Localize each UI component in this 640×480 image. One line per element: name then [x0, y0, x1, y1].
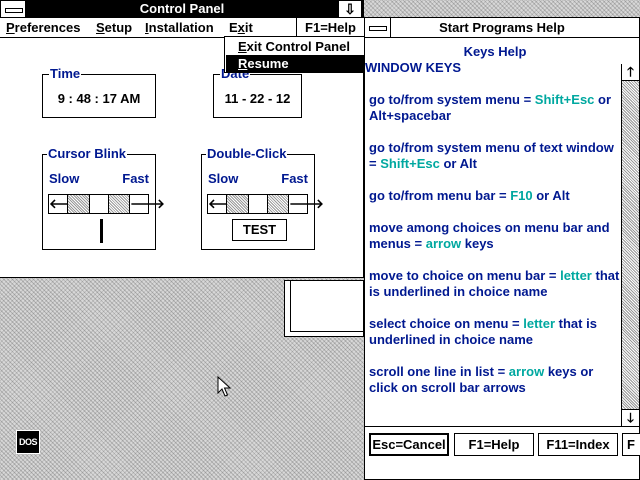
help-button-bar: Esc=Cancel F1=Help F11=Index F [365, 426, 640, 479]
time-group: Time 9 : 48 : 17 AM [42, 66, 156, 118]
help-line: select choice on menu = letter that is u… [369, 316, 597, 347]
f11-index-button[interactable]: F11=Index [538, 433, 618, 456]
left-arrow-icon[interactable]: 🡐 [208, 195, 243, 213]
help-line: move to choice on menu bar = letter that… [369, 268, 620, 299]
control-panel-title: Control Panel [139, 1, 225, 16]
esc-cancel-button[interactable]: Esc=Cancel [369, 433, 449, 456]
time-value[interactable]: 9 : 48 : 17 AM [43, 91, 155, 106]
double-click-label: Double-Click [206, 146, 288, 162]
help-window: Start Programs Help Keys Help WINDOW KEY… [364, 17, 640, 480]
help-line: go to/from system menu of text window = … [369, 140, 614, 171]
menu-option-resume[interactable]: Resume [226, 55, 366, 72]
help-title: Start Programs Help [439, 20, 565, 35]
exit-dropdown-menu: Exit Control Panel Resume [224, 36, 368, 73]
cursor-blink-group: Cursor Blink Slow Fast 🡐 🡒 [42, 146, 165, 250]
date-group: Date 11 - 22 - 12 [213, 66, 302, 118]
f1-help-button[interactable]: F1=Help [454, 433, 534, 456]
up-arrow-icon[interactable]: 🡑 [622, 64, 639, 81]
time-label: Time [49, 66, 82, 82]
background-window[interactable] [284, 280, 364, 337]
down-arrow-icon[interactable]: ⇩ [338, 0, 362, 18]
double-click-slider[interactable]: 🡐 🡒 [207, 194, 324, 214]
menu-option-exit-control-panel[interactable]: Exit Control Panel [226, 38, 366, 55]
menu-preferences[interactable]: Preferences [6, 20, 80, 36]
right-arrow-icon[interactable]: 🡒 [129, 195, 165, 213]
cursor-blink-track[interactable] [68, 195, 129, 213]
more-button[interactable]: F [622, 433, 640, 456]
system-menu-icon[interactable] [365, 18, 391, 38]
keys-help-heading: Keys Help [463, 44, 527, 59]
help-line: scroll one line in list = arrow keys or … [369, 364, 594, 395]
double-click-track[interactable] [227, 195, 288, 213]
double-click-group: Double-Click Slow Fast 🡐 🡒 TEST [201, 146, 324, 250]
cursor-blink-fast-label: Fast [122, 171, 149, 186]
cursor-blink-thumb[interactable] [89, 195, 109, 213]
control-panel-window: Control Panel ⇩ Preferences Setup Instal… [0, 0, 368, 278]
right-arrow-icon[interactable]: 🡒 [288, 195, 324, 213]
cursor-blink-label: Cursor Blink [47, 146, 128, 162]
help-vertical-scrollbar[interactable]: 🡑 🡓 [621, 64, 639, 426]
test-button[interactable]: TEST [232, 219, 287, 241]
double-click-thumb[interactable] [248, 195, 268, 213]
help-title-bar[interactable]: Start Programs Help [365, 18, 639, 38]
help-line: go to/from menu bar = F10 or Alt [369, 188, 570, 203]
window-keys-heading: WINDOW KEYS [365, 60, 462, 75]
menu-exit[interactable]: Exit [229, 20, 253, 36]
blinking-cursor-sample [100, 219, 103, 243]
cursor-blink-slow-label: Slow [49, 171, 80, 186]
cursor-blink-slider[interactable]: 🡐 🡒 [48, 194, 165, 214]
control-panel-title-bar[interactable]: Control Panel [0, 0, 364, 18]
help-line: go to/from system menu = Shift+Esc or Al… [369, 92, 612, 123]
double-click-fast-label: Fast [281, 171, 308, 186]
system-menu-icon[interactable] [0, 0, 26, 18]
menu-installation[interactable]: Installation [145, 20, 214, 36]
mouse-pointer-icon [217, 376, 231, 397]
dos-icon[interactable]: DOS [16, 430, 40, 454]
down-arrow-icon[interactable]: 🡓 [622, 409, 639, 426]
help-line: move among choices on menu bar and menus… [369, 220, 610, 251]
left-arrow-icon[interactable]: 🡐 [49, 195, 84, 213]
menu-setup[interactable]: Setup [96, 20, 132, 36]
date-value[interactable]: 11 - 22 - 12 [214, 91, 301, 106]
double-click-slow-label: Slow [208, 171, 239, 186]
help-text: Keys Help WINDOW KEYS go to/from system … [365, 44, 621, 412]
menu-f1-help[interactable]: F1=Help [296, 18, 364, 38]
